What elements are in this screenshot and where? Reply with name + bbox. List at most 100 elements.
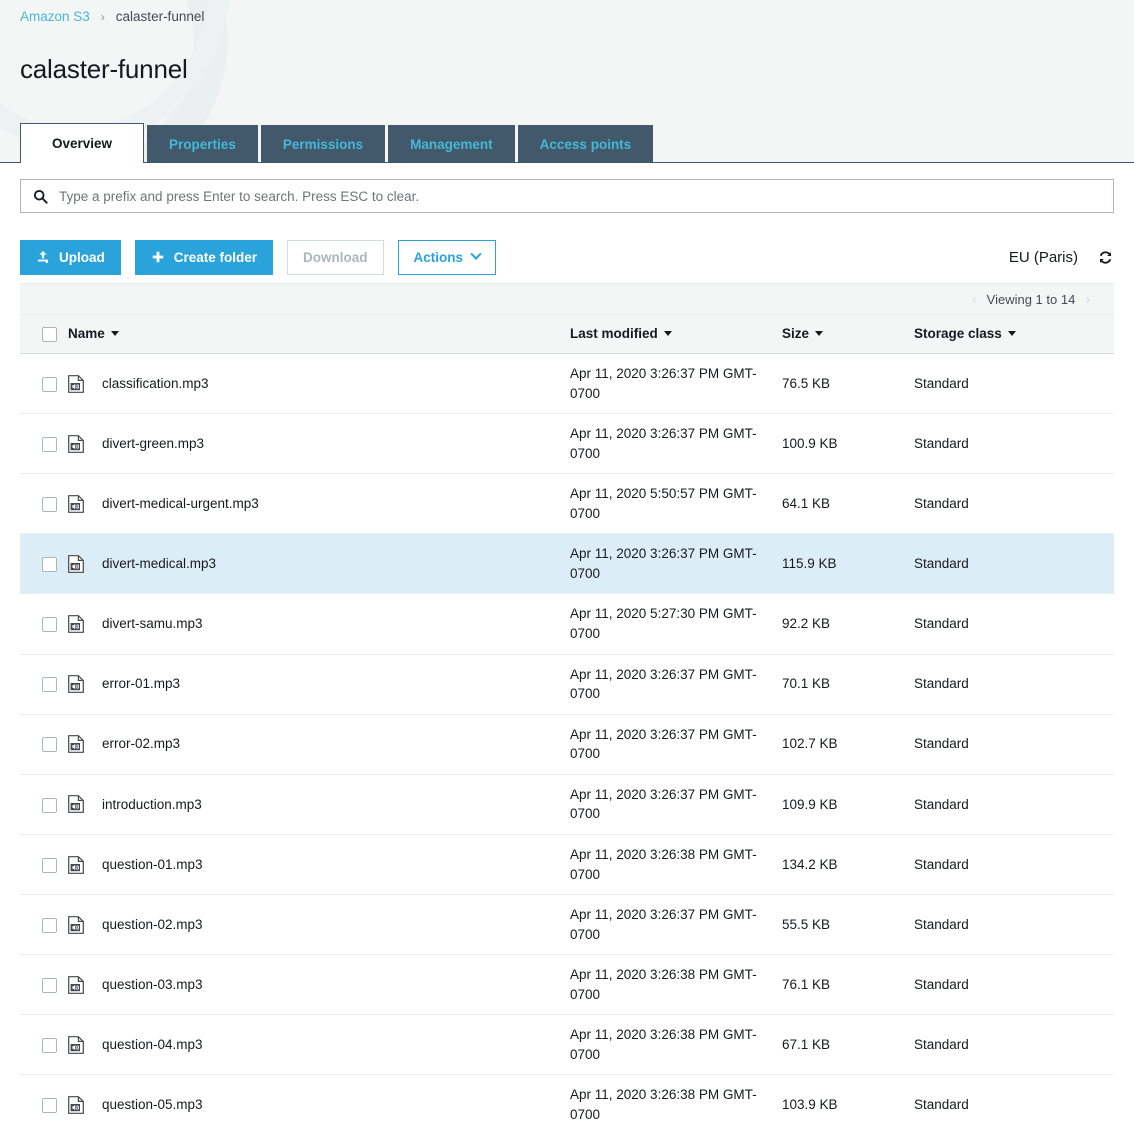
file-name-link[interactable]: introduction.mp3 — [102, 795, 202, 815]
row-checkbox[interactable] — [42, 617, 57, 633]
row-size-cell: 64.1 KB — [782, 473, 914, 535]
audio-file-icon — [68, 434, 84, 453]
table-row[interactable]: question-05.mp3 Apr 11, 2020 3:26:38 PM … — [20, 1074, 1114, 1123]
row-storage-class-cell: Standard — [914, 1014, 1114, 1076]
actions-button-label: Actions — [413, 249, 464, 265]
row-size-cell: 103.9 KB — [782, 1074, 914, 1123]
file-name-link[interactable]: divert-samu.mp3 — [102, 614, 203, 634]
select-all-checkbox[interactable] — [42, 326, 57, 342]
column-header-name-label: Name — [68, 326, 105, 342]
row-name-cell: question-05.mp3 — [68, 1074, 570, 1123]
search-input[interactable] — [59, 180, 1113, 212]
column-header-storage-class[interactable]: Storage class — [914, 315, 1114, 354]
row-storage-class-cell: Standard — [914, 593, 1114, 655]
row-checkbox[interactable] — [42, 797, 57, 813]
row-checkbox[interactable] — [42, 857, 57, 873]
actions-dropdown-button[interactable]: Actions — [397, 239, 497, 275]
refresh-icon[interactable] — [1097, 249, 1114, 266]
table-row[interactable]: introduction.mp3 Apr 11, 2020 3:26:37 PM… — [20, 774, 1114, 835]
row-checkbox[interactable] — [42, 1038, 57, 1054]
row-checkbox[interactable] — [42, 917, 57, 933]
table-row[interactable]: question-02.mp3 Apr 11, 2020 3:26:37 PM … — [20, 894, 1114, 956]
row-last-modified-cell: Apr 11, 2020 3:26:38 PM GMT-0700 — [570, 1014, 782, 1076]
tab-properties[interactable]: Properties — [147, 125, 258, 163]
tab-access-points[interactable]: Access points — [517, 125, 654, 163]
pagination-prev-icon[interactable]: ‹ — [962, 291, 987, 307]
file-name-link[interactable]: question-02.mp3 — [102, 915, 203, 935]
row-select-cell — [20, 1074, 68, 1123]
row-storage-class-cell: Standard — [914, 654, 1114, 715]
table-row[interactable]: question-04.mp3 Apr 11, 2020 3:26:38 PM … — [20, 1014, 1114, 1076]
audio-file-icon — [68, 675, 84, 694]
file-name-link[interactable]: classification.mp3 — [102, 374, 209, 394]
row-last-modified-cell: Apr 11, 2020 3:26:37 PM GMT-0700 — [570, 353, 782, 415]
row-name-cell: divert-green.mp3 — [68, 413, 570, 475]
tab-overview[interactable]: Overview — [20, 123, 145, 163]
table-row[interactable]: divert-samu.mp3 Apr 11, 2020 5:27:30 PM … — [20, 593, 1114, 655]
row-checkbox[interactable] — [42, 1098, 57, 1114]
table-row[interactable]: divert-medical.mp3 Apr 11, 2020 3:26:37 … — [20, 533, 1114, 595]
upload-button[interactable]: Upload — [20, 239, 121, 275]
pagination-bar-top: ‹ Viewing 1 to 14 › — [20, 284, 1114, 315]
table-row[interactable]: question-03.mp3 Apr 11, 2020 3:26:38 PM … — [20, 954, 1114, 1016]
row-checkbox[interactable] — [42, 496, 57, 512]
row-storage-class-cell: Standard — [914, 353, 1114, 415]
tab-permissions[interactable]: Permissions — [260, 125, 386, 163]
download-button-label: Download — [303, 249, 368, 265]
row-checkbox[interactable] — [42, 977, 57, 993]
row-size-cell: 70.1 KB — [782, 654, 914, 715]
table-row[interactable]: question-01.mp3 Apr 11, 2020 3:26:38 PM … — [20, 834, 1114, 896]
toolbar-right: EU (Paris) — [1009, 249, 1114, 266]
table-row[interactable]: error-02.mp3 Apr 11, 2020 3:26:37 PM GMT… — [20, 714, 1114, 775]
audio-file-icon — [68, 374, 84, 393]
row-size-cell: 115.9 KB — [782, 533, 914, 595]
content-area: Upload Create folder Download Actions — [0, 163, 1134, 1123]
objects-table: Name Last modified Size Storage class cl… — [20, 315, 1114, 1123]
file-name-link[interactable]: error-02.mp3 — [102, 734, 180, 754]
row-size-cell: 100.9 KB — [782, 413, 914, 475]
row-name-cell: divert-medical.mp3 — [68, 533, 570, 595]
row-checkbox[interactable] — [42, 677, 57, 693]
file-name-link[interactable]: error-01.mp3 — [102, 674, 180, 694]
row-checkbox[interactable] — [42, 376, 57, 392]
row-name-cell: question-03.mp3 — [68, 954, 570, 1016]
row-checkbox[interactable] — [42, 737, 57, 753]
column-header-last-modified[interactable]: Last modified — [570, 315, 782, 354]
region-label: EU (Paris) — [1008, 248, 1078, 266]
row-checkbox[interactable] — [42, 557, 57, 573]
audio-file-icon — [68, 1035, 84, 1054]
upload-button-label: Upload — [59, 249, 105, 265]
pagination-viewing-label-top: Viewing 1 to 14 — [986, 291, 1076, 307]
file-name-link[interactable]: question-01.mp3 — [102, 855, 203, 875]
row-checkbox[interactable] — [42, 436, 57, 452]
file-name-link[interactable]: question-04.mp3 — [102, 1035, 203, 1055]
file-name-link[interactable]: divert-green.mp3 — [102, 434, 204, 454]
search-box[interactable] — [20, 179, 1114, 213]
row-last-modified-cell: Apr 11, 2020 5:50:57 PM GMT-0700 — [570, 473, 782, 535]
file-name-link[interactable]: question-05.mp3 — [102, 1095, 203, 1115]
row-name-cell: error-01.mp3 — [68, 654, 570, 715]
column-header-size[interactable]: Size — [782, 315, 914, 354]
tab-management[interactable]: Management — [388, 125, 515, 163]
row-name-cell: introduction.mp3 — [68, 774, 570, 835]
sort-caret-icon — [1007, 331, 1016, 337]
table-row[interactable]: divert-medical-urgent.mp3 Apr 11, 2020 5… — [20, 473, 1114, 535]
row-select-cell — [20, 954, 68, 1016]
table-row[interactable]: divert-green.mp3 Apr 11, 2020 3:26:37 PM… — [20, 413, 1114, 475]
row-select-cell — [20, 834, 68, 896]
row-name-cell: question-04.mp3 — [68, 1014, 570, 1076]
upload-icon — [36, 250, 50, 264]
breadcrumb-link-amazon-s3[interactable]: Amazon S3 — [20, 9, 90, 24]
pagination-next-icon[interactable]: › — [1075, 291, 1100, 307]
create-folder-button[interactable]: Create folder — [134, 239, 274, 275]
column-header-name[interactable]: Name — [68, 315, 570, 354]
table-row[interactable]: classification.mp3 Apr 11, 2020 3:26:37 … — [20, 353, 1114, 415]
file-name-link[interactable]: divert-medical-urgent.mp3 — [102, 494, 259, 514]
row-last-modified-cell: Apr 11, 2020 3:26:37 PM GMT-0700 — [570, 894, 782, 956]
table-row[interactable]: error-01.mp3 Apr 11, 2020 3:26:37 PM GMT… — [20, 654, 1114, 715]
row-name-cell: classification.mp3 — [68, 353, 570, 415]
row-last-modified-cell: Apr 11, 2020 3:26:37 PM GMT-0700 — [570, 774, 782, 835]
row-select-cell — [20, 593, 68, 655]
file-name-link[interactable]: question-03.mp3 — [102, 975, 203, 995]
file-name-link[interactable]: divert-medical.mp3 — [102, 554, 216, 574]
